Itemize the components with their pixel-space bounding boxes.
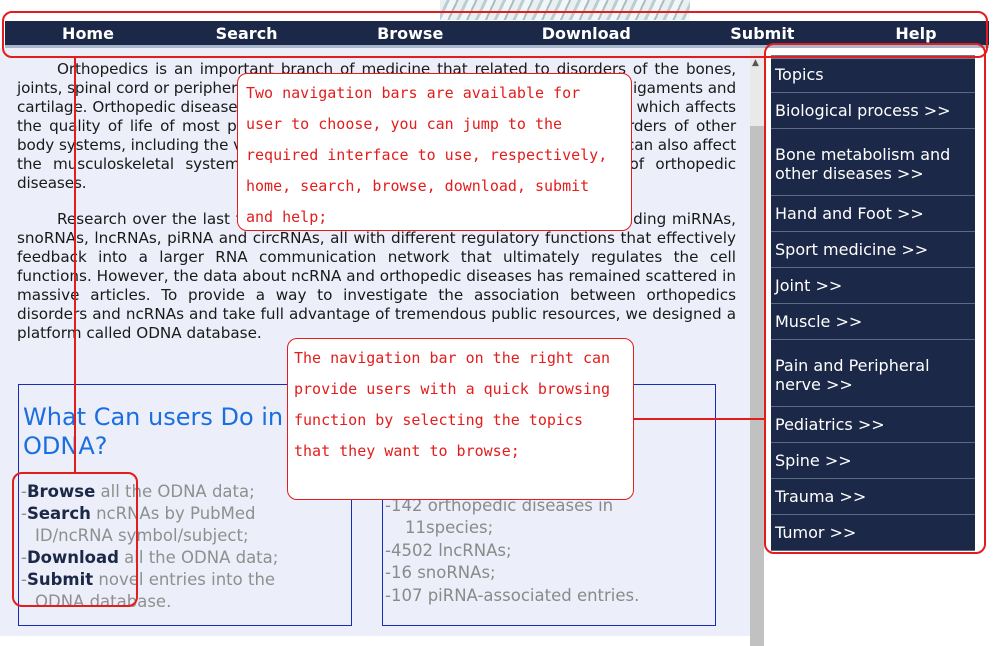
content-scrollbar[interactable]: ▲ bbox=[750, 48, 764, 646]
nav-help[interactable]: Help bbox=[891, 24, 941, 43]
annotation-connector-horizontal bbox=[630, 418, 764, 420]
list-item: -Submit novel entries into the bbox=[21, 570, 276, 589]
scroll-thumb[interactable] bbox=[750, 126, 764, 646]
side-item-sport-medicine[interactable]: Sport medicine >> bbox=[771, 232, 975, 268]
nav-home[interactable]: Home bbox=[58, 24, 118, 43]
nav-browse[interactable]: Browse bbox=[375, 24, 445, 43]
side-item-hand-and-foot[interactable]: Hand and Foot >> bbox=[771, 196, 975, 232]
banner-image bbox=[440, 0, 690, 20]
list-item: ODNA database. bbox=[35, 592, 172, 611]
side-navigation-bar: Topics Biological process >> Bone metabo… bbox=[771, 55, 975, 551]
side-item-trauma[interactable]: Trauma >> bbox=[771, 479, 975, 515]
side-item-spine[interactable]: Spine >> bbox=[771, 443, 975, 479]
list-item: -Download all the ODNA data; bbox=[21, 548, 279, 567]
side-item-tumor[interactable]: Tumor >> bbox=[771, 515, 975, 551]
search-link[interactable]: Search bbox=[27, 504, 91, 523]
feature-list: -Browse all the ODNA data; -Search ncRNA… bbox=[21, 481, 351, 613]
side-item-bone-metabolism[interactable]: Bone metabolism and other diseases >> bbox=[771, 129, 975, 196]
top-navigation-bar: Home Search Browse Download Submit Help bbox=[5, 21, 989, 45]
side-item-muscle[interactable]: Muscle >> bbox=[771, 304, 975, 340]
triangle-up-icon[interactable]: ▲ bbox=[752, 58, 759, 68]
side-item-topics[interactable]: Topics bbox=[771, 59, 975, 93]
stat-row: -4502 lncRNAs; bbox=[385, 540, 512, 560]
annotation-side-note: The navigation bar on the right can prov… bbox=[287, 338, 634, 500]
side-item-joint[interactable]: Joint >> bbox=[771, 268, 975, 304]
side-item-biological-process[interactable]: Biological process >> bbox=[771, 93, 975, 129]
list-item: ID/ncRNA symbol/subject; bbox=[35, 526, 249, 545]
nav-search[interactable]: Search bbox=[212, 24, 282, 43]
annotation-top-note: Two navigation bars are available for us… bbox=[237, 73, 632, 231]
nav-submit[interactable]: Submit bbox=[727, 24, 797, 43]
nav-download[interactable]: Download bbox=[539, 24, 634, 43]
browse-link[interactable]: Browse bbox=[27, 482, 95, 501]
side-item-pediatrics[interactable]: Pediatrics >> bbox=[771, 407, 975, 443]
list-item: -Search ncRNAs by PubMed bbox=[21, 504, 256, 523]
annotation-connector-vertical bbox=[74, 56, 76, 473]
side-item-pain-peripheral-nerve[interactable]: Pain and Peripheral nerve >> bbox=[771, 340, 975, 407]
stat-row: -107 piRNA-associated entries. bbox=[385, 585, 640, 605]
stat-row: -16 snoRNAs; bbox=[385, 563, 496, 582]
download-link[interactable]: Download bbox=[27, 548, 119, 567]
banner-strip bbox=[0, 0, 1001, 20]
stat-row: 11species; bbox=[405, 518, 494, 537]
submit-link[interactable]: Submit bbox=[27, 570, 93, 589]
